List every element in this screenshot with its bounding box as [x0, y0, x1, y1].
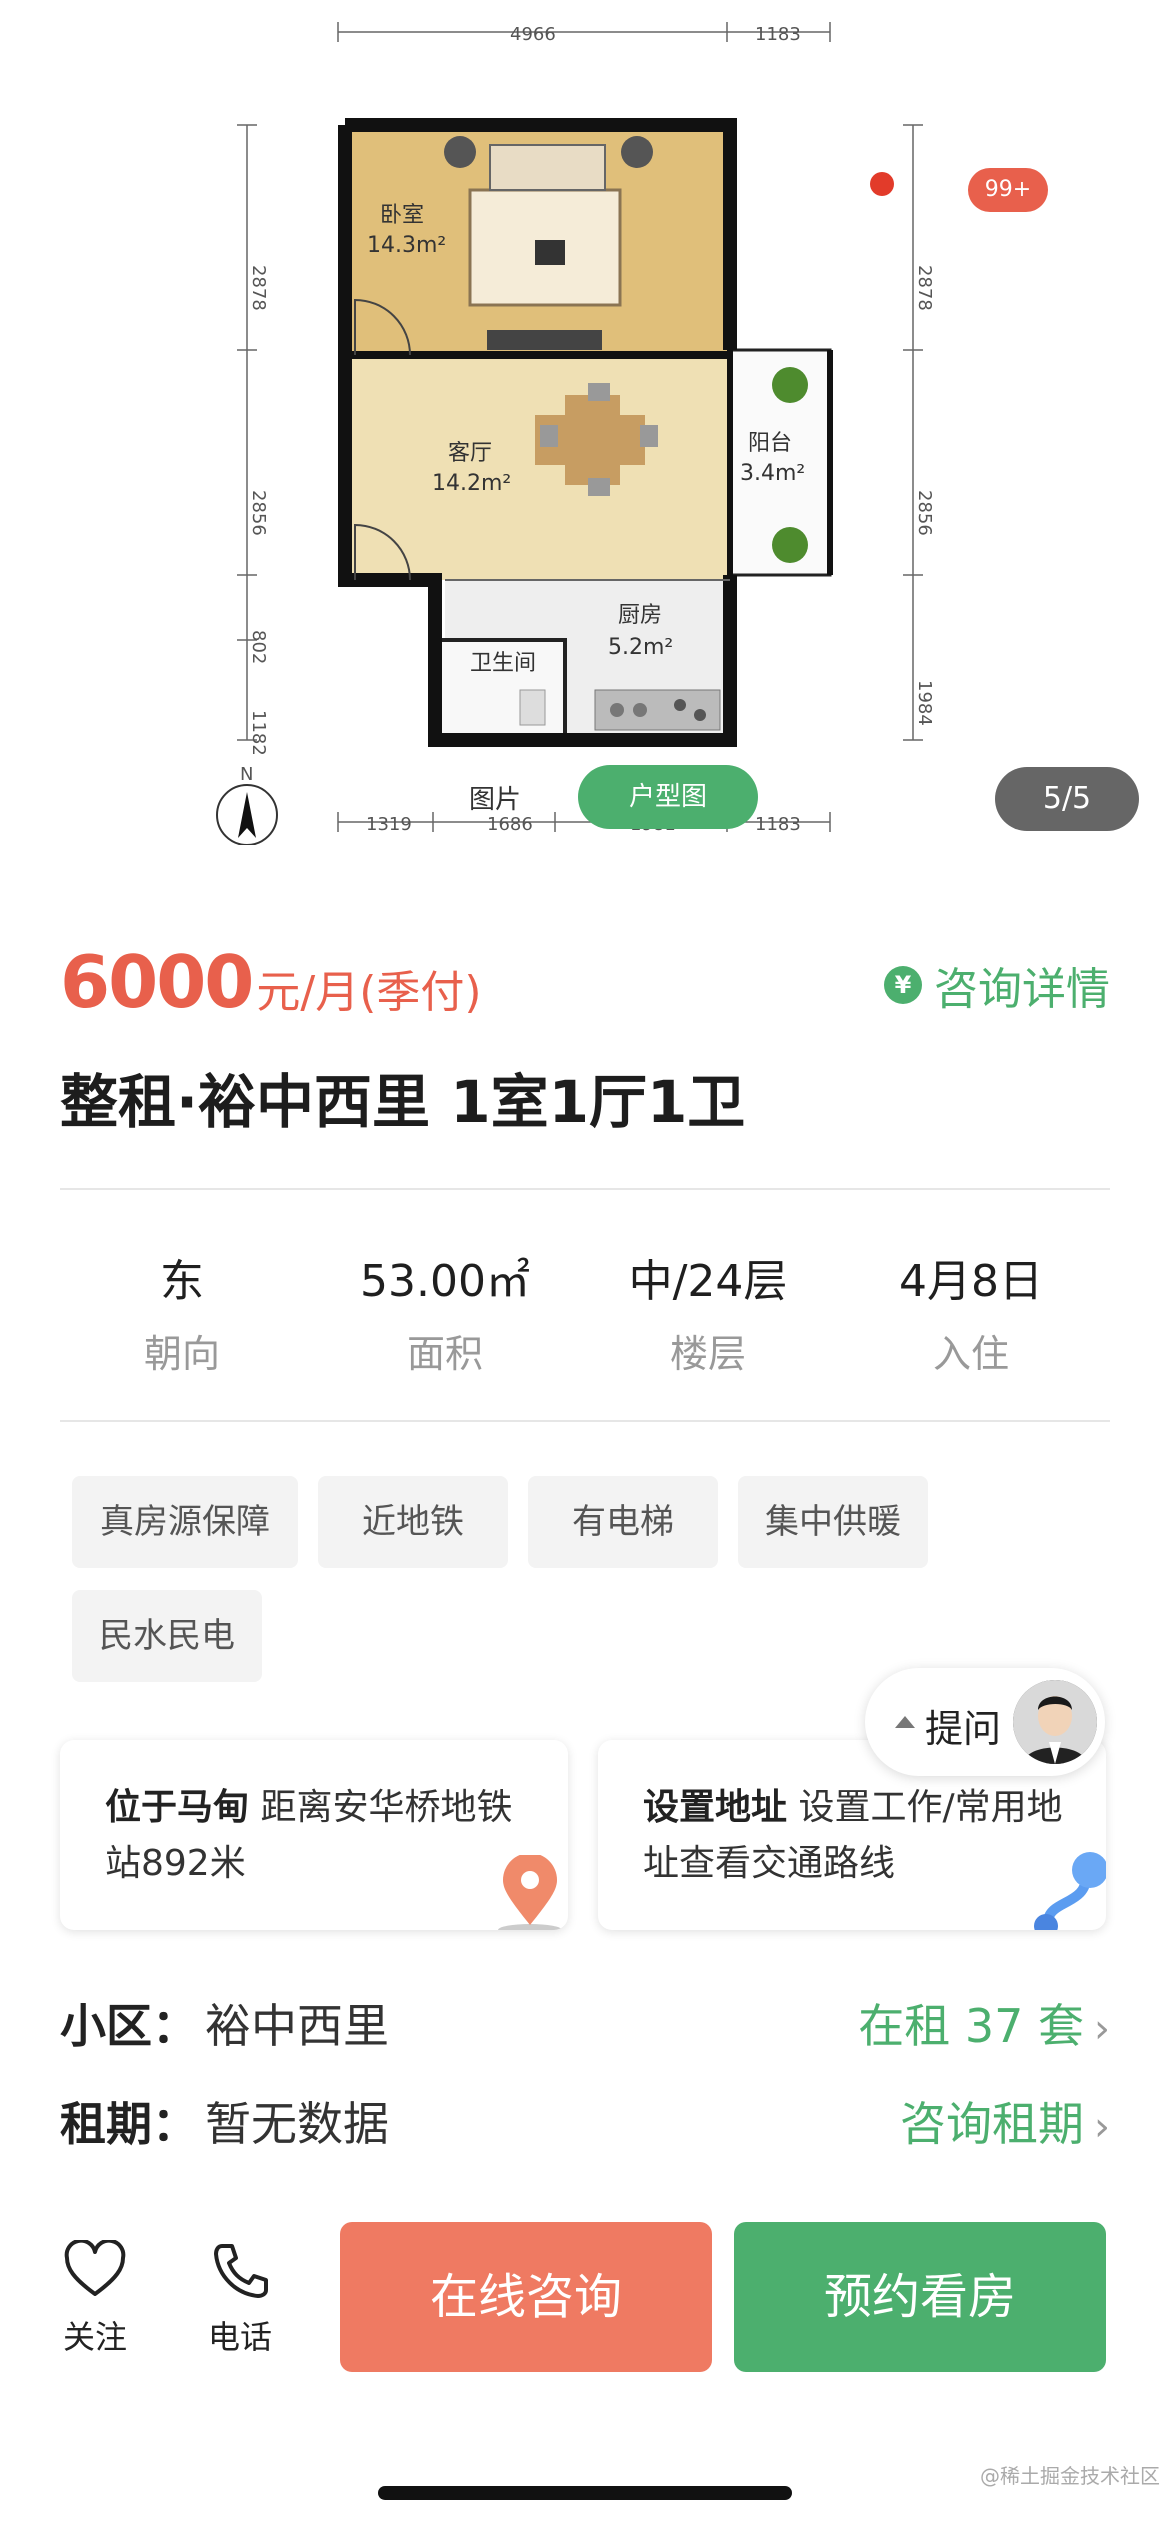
stat-orientation: 东 朝向	[52, 1245, 312, 1378]
map-pin-icon	[498, 1855, 562, 1930]
dim-top-1: 4966	[510, 24, 556, 45]
ask-question-button[interactable]: 提问	[865, 1668, 1105, 1776]
book-viewing-button[interactable]: 预约看房	[734, 2222, 1106, 2372]
stat-label: 入住	[932, 1332, 1009, 1376]
room-area-balcony: 3.4m²	[740, 461, 805, 486]
stat-move-in: 4月8日 入住	[841, 1245, 1101, 1378]
location-title: 位于马甸	[105, 1787, 250, 1828]
dim-left-4: 1182	[248, 710, 269, 756]
chevron-right-icon: ›	[1094, 2104, 1110, 2150]
consult-details-label: 咨询详情	[934, 964, 1110, 1015]
price-value: 6000	[60, 940, 254, 1024]
lease-key: 租期：	[60, 2097, 198, 2151]
home-indicator[interactable]	[378, 2486, 792, 2500]
consult-lease-link[interactable]: 咨询租期 ›	[900, 2088, 1110, 2154]
room-area-kitchen: 5.2m²	[608, 635, 673, 660]
watermark: @稀土掘金技术社区	[980, 2464, 1160, 2488]
stat-label: 朝向	[143, 1332, 220, 1376]
stat-label: 楼层	[669, 1332, 746, 1376]
dim-right-2: 2856	[914, 490, 935, 536]
floor-plan-gallery[interactable]: 4966 1183 1319 1686 1981 1183 2878 2856 …	[0, 0, 1170, 845]
tab-floor-plan[interactable]: 户型图	[578, 765, 758, 829]
room-area-bedroom: 14.3m²	[367, 233, 446, 258]
tag-civil-utilities: 民水民电	[72, 1590, 262, 1682]
online-consult-button[interactable]: 在线咨询	[340, 2222, 712, 2372]
stat-value: 中/24层	[628, 1256, 788, 1307]
dim-top-2: 1183	[755, 24, 801, 45]
unread-dot	[870, 172, 894, 196]
dim-right-1: 2878	[914, 265, 935, 311]
dim-bottom-4: 1183	[755, 814, 801, 835]
community-row[interactable]: 小区： 裕中西里 在租 37 套 ›	[60, 1990, 1110, 2060]
dim-bottom-1: 1319	[366, 814, 412, 835]
image-counter: 5/5	[995, 767, 1139, 831]
tag-elevator: 有电梯	[528, 1476, 718, 1568]
lease-row[interactable]: 租期： 暂无数据 咨询租期 ›	[60, 2088, 1110, 2158]
stat-value: 4月8日	[899, 1256, 1043, 1307]
tab-photos[interactable]: 图片	[460, 780, 530, 820]
follow-label: 关注	[62, 2318, 127, 2356]
north-compass-icon: N	[216, 764, 278, 845]
chevron-right-icon: ›	[1094, 2006, 1110, 2052]
tag-genuine: 真房源保障	[72, 1476, 298, 1568]
room-name-bathroom: 卫生间	[470, 651, 536, 676]
dim-left-2: 2856	[248, 490, 269, 536]
room-area-living: 14.2m²	[432, 471, 511, 496]
message-count-badge[interactable]: 99+	[968, 168, 1048, 212]
price: 6000元/月(季付)	[60, 940, 482, 1030]
phone-icon	[214, 2244, 268, 2298]
location-card[interactable]: 位于马甸 距离安华桥地铁站892米	[60, 1740, 568, 1930]
consult-details-link[interactable]: ¥ 咨询详情	[884, 955, 1110, 1015]
listing-title: 整租·裕中西里 1室1厅1卫	[60, 1068, 746, 1136]
room-name-bedroom: 卧室	[380, 203, 424, 228]
dim-left-1: 2878	[248, 265, 269, 311]
agent-avatar	[1013, 1680, 1097, 1764]
community-key: 小区：	[60, 1999, 198, 2053]
stat-area: 53.00㎡ 面积	[315, 1245, 575, 1378]
phone-label: 电话	[207, 2318, 272, 2356]
yuan-icon: ¥	[884, 966, 922, 1004]
divider	[60, 1420, 1110, 1422]
community-name: 裕中西里	[205, 1999, 389, 2053]
route-icon	[1034, 1852, 1106, 1930]
caret-up-icon	[895, 1716, 915, 1728]
room-name-living: 客厅	[448, 441, 492, 466]
stat-value: 东	[160, 1256, 204, 1307]
community-listings-link[interactable]: 在租 37 套 ›	[858, 1990, 1110, 2056]
dim-left-3: 802	[248, 630, 269, 664]
floor-plan-image: 4966 1183 1319 1686 1981 1183 2878 2856 …	[216, 22, 935, 845]
phone-button[interactable]: 电话	[195, 2240, 285, 2358]
stat-value: 53.00㎡	[360, 1256, 530, 1307]
stat-floor: 中/24层 楼层	[578, 1245, 838, 1378]
divider	[60, 1188, 1110, 1190]
dim-right-3: 1984	[914, 680, 935, 726]
address-title: 设置地址	[643, 1787, 788, 1828]
heart-icon	[64, 2238, 126, 2296]
room-name-balcony: 阳台	[748, 431, 792, 456]
follow-button[interactable]: 关注	[50, 2238, 140, 2358]
stat-label: 面积	[406, 1332, 483, 1376]
svg-text:N: N	[240, 764, 253, 785]
room-name-kitchen: 厨房	[618, 603, 662, 628]
ask-label: 提问	[925, 1707, 1002, 1751]
lease-value: 暂无数据	[205, 2097, 389, 2151]
tag-central-heating: 集中供暖	[738, 1476, 928, 1568]
tag-near-subway: 近地铁	[318, 1476, 508, 1568]
price-unit: 元/月(季付)	[256, 967, 482, 1018]
